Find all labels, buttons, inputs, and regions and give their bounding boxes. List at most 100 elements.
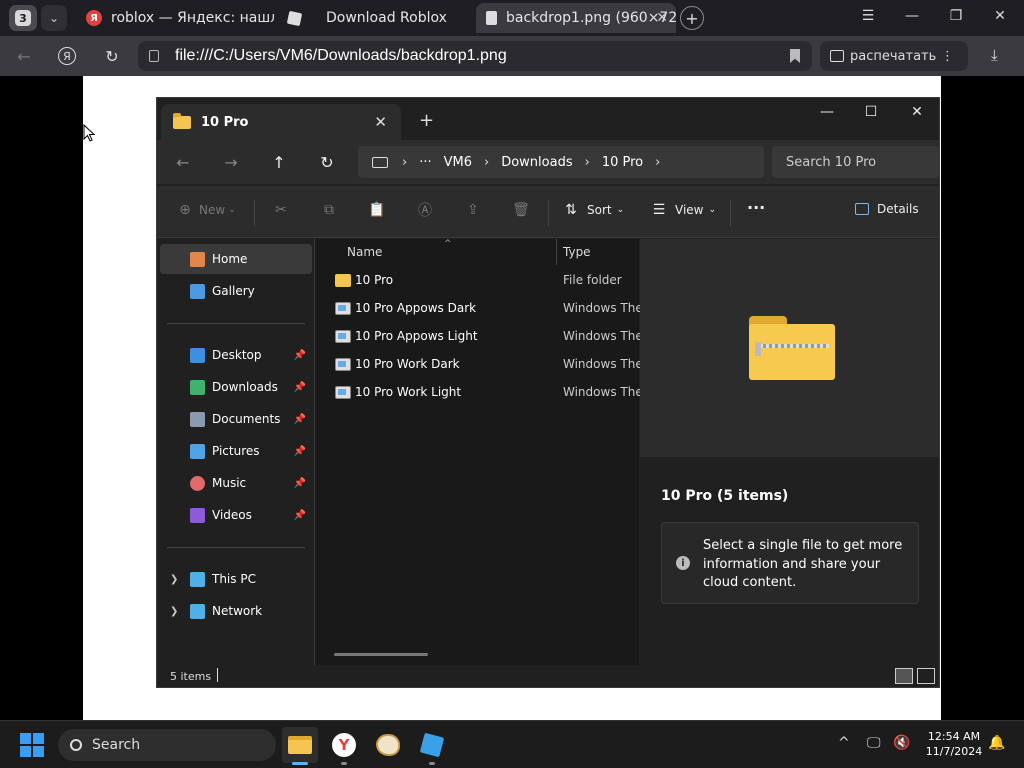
rename-button[interactable]: Ⓐ	[417, 202, 433, 219]
sidebar-item-documents[interactable]: Documents 📌	[160, 404, 312, 434]
file-row[interactable]: 10 Pro Appows Light Windows Ther	[316, 322, 648, 350]
maximize-icon[interactable]: ☐	[861, 104, 881, 120]
browser-menu-icon[interactable]: ☰	[857, 8, 879, 24]
divider	[167, 323, 305, 324]
details-info: 10 Pro (5 items) i Select a single file …	[640, 457, 939, 665]
rename-icon: Ⓐ	[418, 203, 432, 219]
close-tab-icon[interactable]: ✕	[656, 10, 668, 26]
roblox-icon	[286, 10, 303, 26]
more-options-icon[interactable]: ⋮	[941, 49, 954, 64]
yandex-browser-taskbar-icon[interactable]: Y	[326, 727, 362, 765]
system-clock[interactable]: 12:54 AM 11/7/2024	[918, 729, 990, 759]
theme-icon	[335, 385, 351, 399]
url-field[interactable]: file:///C:/Users/VM6/Downloads/backdrop1…	[138, 41, 812, 71]
file-row[interactable]: 10 Pro Work Dark Windows Ther	[316, 350, 648, 378]
pin-icon[interactable]: 📌	[294, 350, 306, 361]
sidebar-item-videos[interactable]: Videos 📌	[160, 500, 312, 530]
refresh-icon[interactable]: ↻	[317, 153, 337, 172]
yandex-button-icon[interactable]: Я	[55, 44, 79, 68]
pin-icon[interactable]: 📌	[294, 446, 306, 457]
tab-backdrop-png[interactable]: backdrop1.png (960×72 ✕	[476, 3, 676, 33]
tab-yandex-search[interactable]: Я roblox — Яндекс: нашлось	[76, 3, 274, 33]
up-arrow-icon[interactable]: ↑	[269, 153, 289, 172]
sidebar-item-pictures[interactable]: Pictures 📌	[160, 436, 312, 466]
column-resize-handle[interactable]	[556, 239, 557, 265]
back-arrow-icon[interactable]: ←	[12, 44, 36, 68]
divider	[167, 547, 305, 548]
copy-button[interactable]: ⧉	[321, 202, 337, 218]
sidebar-item-network[interactable]: ❯ Network	[160, 596, 312, 626]
pin-icon[interactable]: 📌	[294, 478, 306, 489]
windows-start-icon[interactable]	[20, 733, 44, 757]
network-status-icon[interactable]: 🖵	[867, 735, 881, 751]
restore-icon[interactable]: ❐	[945, 8, 967, 24]
chevron-right-icon[interactable]: ❯	[170, 606, 178, 617]
paint-taskbar-icon[interactable]	[370, 727, 406, 763]
details-button[interactable]: Details	[855, 202, 919, 216]
cut-button[interactable]: ✂	[273, 202, 289, 218]
show-hidden-icons-chevron-icon[interactable]: ^	[838, 735, 850, 751]
breadcrumb-downloads[interactable]: Downloads	[501, 155, 572, 170]
close-tab-icon[interactable]: ✕	[374, 113, 387, 131]
tiles-view-icon[interactable]	[917, 668, 935, 684]
details-pane: 10 Pro (5 items) i Select a single file …	[640, 239, 939, 665]
page-info-icon[interactable]	[149, 50, 159, 62]
paste-button[interactable]: 📋	[368, 202, 385, 218]
roblox-studio-taskbar-icon[interactable]	[414, 727, 450, 765]
file-explorer-taskbar-icon[interactable]	[282, 727, 318, 765]
sidebar-item-downloads[interactable]: Downloads 📌	[160, 372, 312, 402]
downloads-icon[interactable]: ⤓	[991, 46, 998, 64]
horizontal-scrollbar[interactable]	[334, 653, 428, 656]
minimize-icon[interactable]: —	[901, 8, 923, 24]
forward-arrow-icon[interactable]: →	[221, 153, 241, 172]
pin-icon[interactable]: 📌	[294, 510, 306, 521]
delete-button[interactable]: 🗑	[512, 202, 530, 218]
sidebar-item-label: Documents	[212, 412, 281, 426]
tab-list-chevron-icon[interactable]: ⌄	[41, 5, 67, 31]
pin-icon[interactable]: 📌	[294, 382, 306, 393]
close-window-icon[interactable]: ✕	[989, 8, 1011, 24]
see-more-icon[interactable]: ···	[747, 198, 765, 217]
tab-counter-button[interactable]: 3	[9, 5, 37, 31]
file-row[interactable]: 10 Pro File folder	[316, 266, 639, 294]
overflow-icon[interactable]: ···	[419, 155, 431, 170]
explorer-tab[interactable]: 10 Pro ✕	[161, 104, 401, 140]
notifications-bell-icon[interactable]: 🔔	[988, 735, 1005, 751]
sort-button[interactable]: ⇅ Sort ⌄	[563, 202, 624, 218]
sidebar-item-home[interactable]: Home	[160, 244, 312, 274]
view-button[interactable]: ☰ View ⌄	[651, 202, 716, 218]
file-row[interactable]: 10 Pro Appows Dark Windows Ther	[316, 294, 648, 322]
breadcrumb-10-pro[interactable]: 10 Pro	[602, 155, 643, 170]
plus-circle-icon: ⊕	[179, 202, 191, 218]
chevron-right-icon[interactable]: ❯	[170, 574, 178, 585]
sidebar-item-desktop[interactable]: Desktop 📌	[160, 340, 312, 370]
new-tab-button[interactable]: +	[680, 6, 704, 30]
close-window-icon[interactable]: ✕	[907, 104, 927, 120]
print-button[interactable]: распечатать ⋮	[820, 41, 968, 71]
taskbar-search[interactable]: Search	[58, 729, 276, 761]
volume-muted-icon[interactable]: 🔇	[893, 735, 910, 751]
share-button[interactable]: ⇪	[465, 202, 481, 218]
breadcrumb-vm6[interactable]: VM6	[444, 155, 472, 170]
column-header-type[interactable]: Type	[563, 239, 591, 265]
sidebar-item-music[interactable]: Music 📌	[160, 468, 312, 498]
home-icon	[190, 251, 205, 267]
sidebar-item-gallery[interactable]: Gallery	[160, 276, 312, 306]
details-view-icon[interactable]	[895, 668, 913, 684]
new-explorer-tab-button[interactable]: +	[419, 110, 434, 131]
column-header-name[interactable]: Name	[347, 239, 382, 265]
sidebar-item-this-pc[interactable]: ❯ This PC	[160, 564, 312, 594]
pin-icon[interactable]: 📌	[294, 414, 306, 425]
bookmark-icon[interactable]	[790, 49, 800, 63]
search-icon	[70, 739, 82, 751]
breadcrumb[interactable]: › ··· VM6 › Downloads › 10 Pro ›	[358, 146, 764, 178]
minimize-icon[interactable]: —	[817, 104, 837, 120]
sort-label: Sort	[587, 203, 612, 217]
zip-folder-icon	[749, 316, 835, 380]
file-row[interactable]: 10 Pro Work Light Windows Ther	[316, 378, 648, 406]
tab-download-roblox[interactable]: Download Roblox	[278, 3, 468, 33]
search-input[interactable]: Search 10 Pro	[772, 146, 939, 178]
new-button[interactable]: ⊕ New ⌄	[177, 202, 236, 218]
back-arrow-icon[interactable]: ←	[173, 153, 193, 172]
reload-icon[interactable]: ↻	[100, 44, 124, 68]
